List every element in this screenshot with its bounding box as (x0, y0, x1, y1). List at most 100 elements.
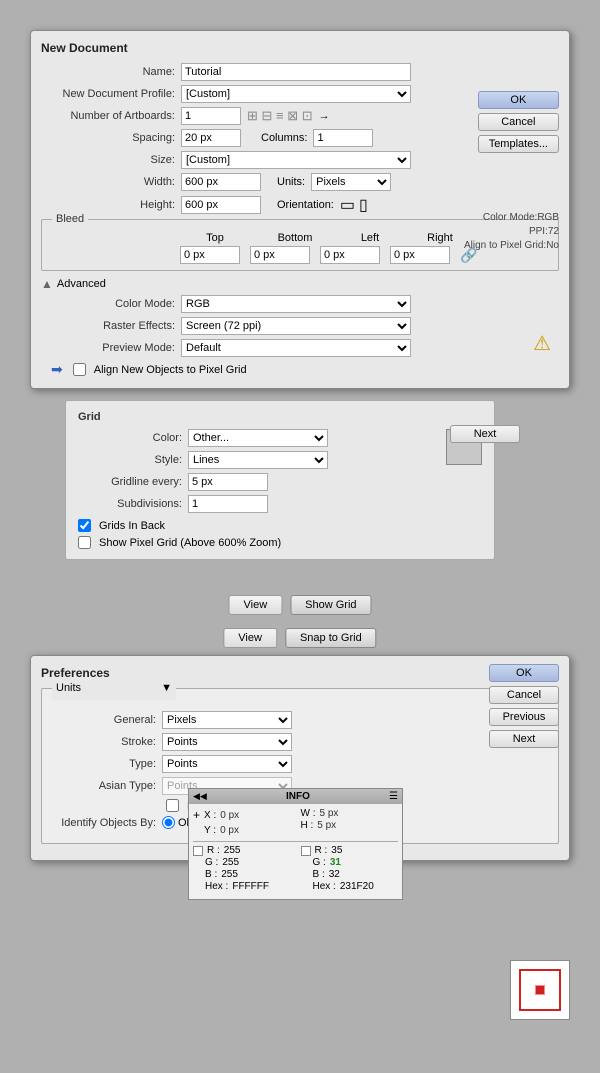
grid-next-button[interactable]: Next (450, 425, 520, 443)
info-color-row: R : 255 G : 255 B : 255 Hex : FFFFFF (193, 845, 398, 893)
info-colormode: Color Mode:RGB (464, 211, 559, 225)
prefs-cancel-button[interactable]: Cancel (489, 686, 559, 704)
grid-style-select[interactable]: Lines (188, 451, 328, 469)
units-chevron-icon[interactable]: ▼ (161, 682, 172, 694)
info-g-value: 255 (222, 857, 239, 868)
spacing-label: Spacing: (41, 132, 181, 144)
raster-row: Raster Effects: Screen (72 ppi) (41, 317, 559, 335)
align-label: Align New Objects to Pixel Grid (94, 364, 247, 376)
info-hex-label: Hex : (205, 881, 228, 892)
landscape-icon[interactable]: ▯ (359, 195, 368, 215)
ok-button[interactable]: OK (478, 91, 559, 109)
info-x-label: X : (204, 810, 216, 821)
info-menu-icon[interactable]: ☰ (389, 791, 398, 802)
show-pixel-checkbox[interactable] (78, 536, 91, 549)
columns-input[interactable] (313, 129, 373, 147)
info-hex1-cell: Hex : FFFFFF (193, 881, 291, 892)
info-g1-cell: G : 255 (193, 857, 291, 868)
advanced-row[interactable]: ▲ Advanced (41, 277, 559, 291)
info-coords-row: + X : 0 px + Y : 0 px W : 5 px H : 5 px (193, 808, 398, 838)
width-label: Width: (41, 176, 181, 188)
columns-label: Columns: (261, 132, 307, 144)
preview-select[interactable]: Default (181, 339, 411, 357)
artboards-icons: ⊞ ⊟ ≡ ⊠ ⊡ (247, 108, 313, 124)
advanced-label: Advanced (57, 278, 106, 290)
snap-to-grid-button[interactable]: Snap to Grid (285, 628, 377, 648)
prefs-ok-button[interactable]: OK (489, 664, 559, 682)
advanced-chevron-icon: ▲ (41, 277, 53, 291)
profile-select[interactable]: [Custom] (181, 85, 411, 103)
bleed-top-input[interactable] (180, 246, 240, 264)
preview-label: Preview Mode: (41, 342, 181, 354)
left-label: Left (340, 232, 400, 244)
bleed-bottom-input[interactable] (250, 246, 310, 264)
gridline-row: Gridline every: (78, 473, 436, 491)
info-divider-1 (193, 841, 398, 842)
bleed-left-input[interactable] (320, 246, 380, 264)
size-select[interactable]: [Custom] (181, 151, 411, 169)
colormode-select[interactable]: RGB (181, 295, 411, 313)
info-h-label: H : (301, 820, 314, 831)
type-select[interactable]: Points (162, 755, 292, 773)
bleed-right-input[interactable] (390, 246, 450, 264)
numbers-checkbox[interactable] (166, 799, 179, 812)
info-hex2-label: Hex : (313, 881, 336, 892)
view-buttons-row-1: View Show Grid (228, 595, 371, 615)
width-row: Width: Units: Pixels (41, 173, 559, 191)
info-w-label: W : (301, 808, 316, 819)
portrait-icon[interactable]: ▭ (340, 195, 355, 215)
info-color2-col: R : 35 G : 31 B : 32 Hex : 231F20 (301, 845, 399, 893)
info-b2-value: 32 (329, 869, 340, 880)
info-r2-cell: R : 35 (301, 845, 399, 856)
pixel-center-dot (535, 985, 545, 995)
name-input[interactable] (181, 63, 411, 81)
prefs-previous-button[interactable]: Previous (489, 708, 559, 726)
height-input[interactable] (181, 196, 261, 214)
grid-style-label: Style: (78, 454, 188, 466)
raster-label: Raster Effects: (41, 320, 181, 332)
view-buttons-row-2: View Snap to Grid (223, 628, 376, 648)
type-row: Type: Points (52, 755, 548, 773)
prefs-right-buttons: OK Cancel Previous Next (489, 664, 559, 748)
info-expand-icon: ◀◀ (193, 791, 207, 802)
gridline-input[interactable] (188, 473, 268, 491)
subdivisions-input[interactable] (188, 495, 268, 513)
right-label: Right (410, 232, 470, 244)
general-select[interactable]: Pixels (162, 711, 292, 729)
units-select[interactable]: Pixels (311, 173, 391, 191)
height-label: Height: (41, 199, 181, 211)
color-box-left-icon (193, 846, 203, 856)
info-color1-col: R : 255 G : 255 B : 255 Hex : FFFFFF (193, 845, 291, 893)
stroke-label: Stroke: (52, 736, 162, 748)
grids-in-back-label: Grids In Back (99, 520, 165, 532)
stroke-select[interactable]: Points (162, 733, 292, 751)
show-grid-button[interactable]: Show Grid (290, 595, 371, 615)
warning-icon: ⚠ (533, 331, 551, 356)
templates-button[interactable]: Templates... (478, 135, 559, 153)
info-y-value: 0 px (220, 825, 239, 836)
spacing-input[interactable] (181, 129, 241, 147)
grid-color-label: Color: (78, 432, 188, 444)
info-r-label: R : (207, 845, 220, 856)
pixel-canvas (510, 960, 570, 1020)
info-x-value: 0 px (220, 810, 239, 821)
align-checkbox[interactable] (73, 363, 86, 376)
grid-panel: Grid Color: Other... Style: Lines Gridli… (65, 400, 495, 560)
artboards-input[interactable] (181, 107, 241, 125)
preview-row: Preview Mode: Default (41, 339, 559, 357)
cancel-button[interactable]: Cancel (478, 113, 559, 131)
general-label: General: (52, 714, 162, 726)
width-input[interactable] (181, 173, 261, 191)
prefs-next-button[interactable]: Next (489, 730, 559, 748)
asian-type-label: Asian Type: (52, 780, 162, 792)
colormode-label: Color Mode: (41, 298, 181, 310)
object-name-radio[interactable] (162, 816, 175, 829)
info-g-label: G : (205, 857, 218, 868)
raster-select[interactable]: Screen (72 ppi) (181, 317, 411, 335)
info-y-cell: + Y : 0 px (193, 823, 291, 837)
grids-in-back-checkbox[interactable] (78, 519, 91, 532)
grid-color-select[interactable]: Other... (188, 429, 328, 447)
grid-title: Grid (78, 411, 482, 423)
view-button-2[interactable]: View (223, 628, 277, 648)
view-button-1[interactable]: View (228, 595, 282, 615)
